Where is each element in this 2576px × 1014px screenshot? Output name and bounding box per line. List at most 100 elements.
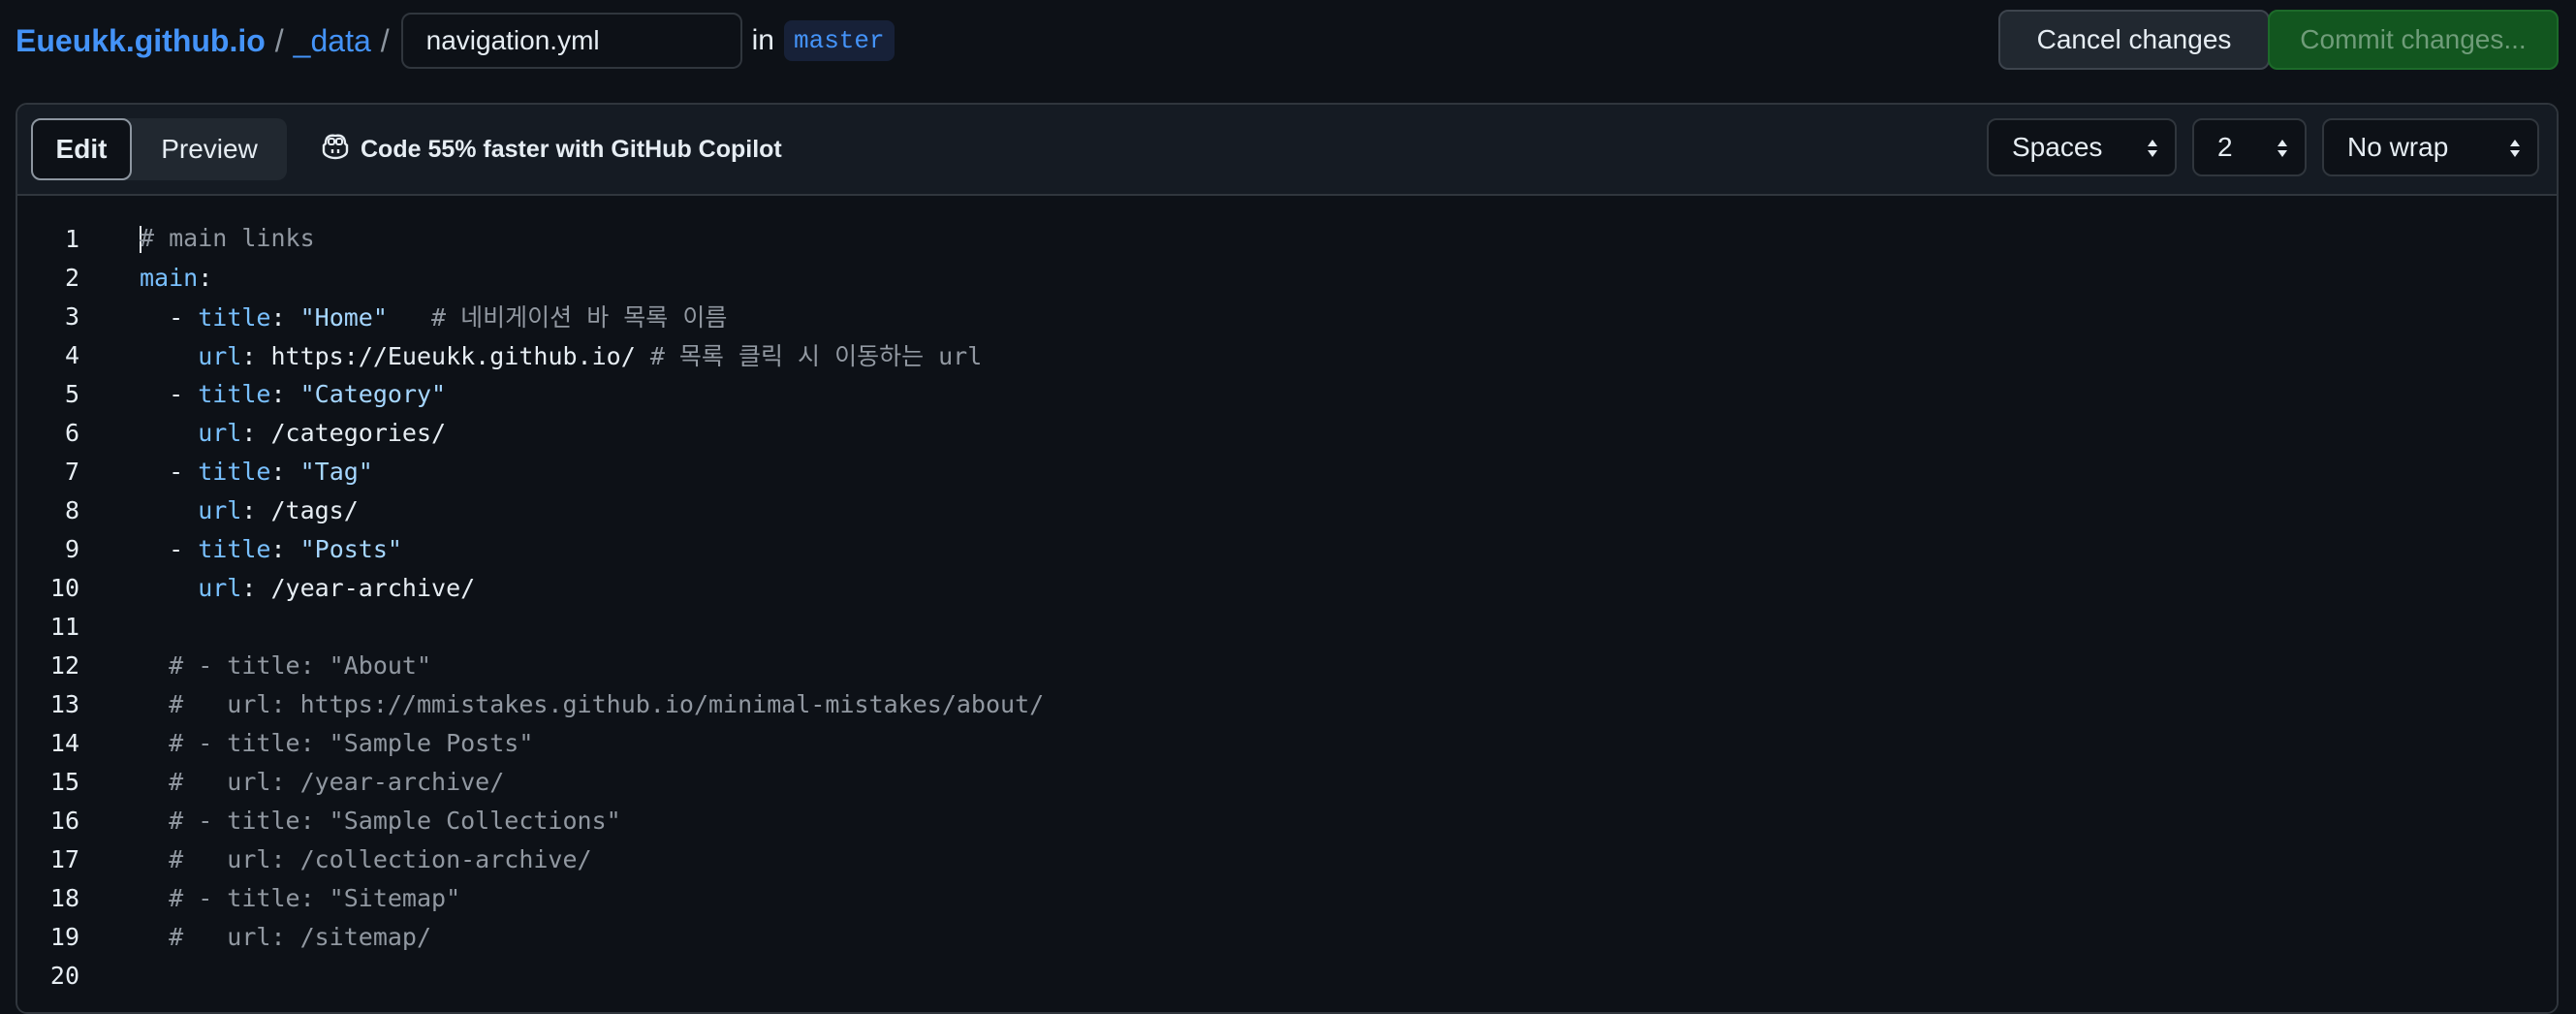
yaml-string: "Posts" — [299, 534, 402, 563]
yaml-dash: - — [140, 457, 199, 486]
yaml-string: "Home" — [299, 303, 388, 332]
code-comment: # url: /year-archive/ — [140, 767, 505, 796]
wrap-mode-select[interactable]: No wrap — [2322, 118, 2539, 176]
code-comment: # url: /sitemap/ — [140, 922, 432, 951]
line-number: 18 — [49, 883, 79, 912]
yaml-key: url — [140, 342, 242, 370]
code-line: 11 — [17, 607, 2557, 646]
code-line: 18 # - title: "Sitemap" — [17, 878, 2557, 917]
yaml-colon: : — [270, 379, 300, 408]
yaml-key: title — [198, 379, 271, 408]
wrap-mode-value: No wrap — [2347, 132, 2449, 162]
line-number: 11 — [49, 612, 79, 641]
updown-caret-icon — [2276, 136, 2289, 167]
code-line: 8 url: /tags/ — [17, 491, 2557, 529]
yaml-key: url — [140, 495, 242, 524]
yaml-value: /tags/ — [270, 495, 359, 524]
indent-size-select[interactable]: 2 — [2192, 118, 2307, 176]
breadcrumb-folder-link[interactable]: _data — [294, 23, 371, 59]
cancel-changes-button[interactable]: Cancel changes — [1998, 10, 2270, 70]
editor-panel: Edit Preview Code 55% faster with GitHub… — [16, 103, 2559, 1014]
yaml-string: "Tag" — [299, 457, 373, 486]
code-line: 17 # url: /collection-archive/ — [17, 840, 2557, 878]
code-comment: # - title: "Sample Collections" — [140, 806, 621, 835]
code-line: 20 — [17, 956, 2557, 995]
yaml-dash: - — [140, 534, 199, 563]
yaml-colon: : — [270, 303, 300, 332]
line-number: 8 — [64, 495, 79, 524]
code-line: 9 - title: "Posts" — [17, 529, 2557, 568]
code-comment: # url: /collection-archive/ — [140, 844, 592, 873]
line-number: 2 — [64, 263, 79, 292]
yaml-key: title — [198, 534, 271, 563]
code-line: 10 url: /year-archive/ — [17, 568, 2557, 607]
code-comment: # 목록 클릭 시 이동하는 url — [635, 342, 983, 370]
filename-input[interactable] — [400, 13, 742, 69]
line-number: 14 — [49, 728, 79, 757]
yaml-value: /categories/ — [270, 418, 447, 447]
code-line: 7 - title: "Tag" — [17, 452, 2557, 491]
yaml-colon: : — [270, 534, 300, 563]
edit-preview-toggle: Edit Preview — [31, 118, 287, 180]
tab-edit[interactable]: Edit — [31, 118, 132, 180]
line-number: 20 — [49, 961, 79, 990]
indent-mode-value: Spaces — [2012, 132, 2103, 162]
code-line: 14 # - title: "Sample Posts" — [17, 723, 2557, 762]
yaml-colon: : — [241, 573, 271, 602]
yaml-string: "Category" — [299, 379, 447, 408]
updown-caret-icon — [2508, 136, 2522, 167]
indent-mode-select[interactable]: Spaces — [1987, 118, 2177, 176]
copilot-promo-link[interactable]: Code 55% faster with GitHub Copilot — [320, 118, 782, 180]
code-line: 1 # main links — [17, 219, 2557, 258]
file-edit-header: Eueukk.github.io / _data / in master Can… — [0, 0, 2576, 81]
copilot-promo-label: Code 55% faster with GitHub Copilot — [361, 135, 782, 163]
code-comment: # main links — [140, 224, 315, 252]
line-number: 6 — [64, 418, 79, 447]
code-line: 13 # url: https://mmistakes.github.io/mi… — [17, 684, 2557, 723]
line-number: 10 — [49, 573, 79, 602]
commit-changes-button[interactable]: Commit changes... — [2268, 10, 2559, 70]
in-branch-label: in — [751, 24, 774, 56]
yaml-value: https://Eueukk.github.io/ — [270, 342, 636, 370]
code-line: 15 # url: /year-archive/ — [17, 762, 2557, 801]
yaml-dash: - — [140, 379, 199, 408]
breadcrumb-separator: / — [274, 22, 284, 58]
yaml-value: /year-archive/ — [270, 573, 476, 602]
line-number: 19 — [49, 922, 79, 951]
editor-toolbar: Edit Preview Code 55% faster with GitHub… — [17, 105, 2557, 196]
code-line: 19 # url: /sitemap/ — [17, 917, 2557, 956]
yaml-colon: : — [241, 342, 271, 370]
code-comment: # - title: "Sitemap" — [140, 883, 461, 912]
code-line: 12 # - title: "About" — [17, 646, 2557, 684]
code-comment: # url: https://mmistakes.github.io/minim… — [140, 689, 1045, 718]
code-line: 6 url: /categories/ — [17, 413, 2557, 452]
breadcrumb-separator: / — [380, 22, 390, 58]
copilot-icon — [320, 132, 361, 168]
line-number: 15 — [49, 767, 79, 796]
yaml-colon: : — [241, 495, 271, 524]
yaml-key: main — [140, 263, 199, 292]
line-number: 12 — [49, 650, 79, 680]
yaml-key: title — [198, 457, 271, 486]
line-number: 1 — [64, 224, 79, 253]
breadcrumb-repo-link[interactable]: Eueukk.github.io — [16, 23, 266, 59]
indent-size-value: 2 — [2217, 132, 2233, 162]
code-line: 2 main: — [17, 258, 2557, 297]
line-number: 5 — [64, 379, 79, 408]
line-number: 17 — [49, 844, 79, 873]
line-number: 4 — [64, 340, 79, 369]
line-number: 16 — [49, 806, 79, 835]
yaml-key: url — [140, 573, 242, 602]
code-comment: # 네비게이션 바 목록 이름 — [387, 303, 728, 332]
line-number: 9 — [64, 534, 79, 563]
branch-name-badge: master — [784, 20, 895, 61]
code-editor[interactable]: 1 # main links 2 main: 3 - title: "Home"… — [17, 196, 2557, 1012]
yaml-key: title — [198, 303, 271, 332]
code-line: 3 - title: "Home" # 네비게이션 바 목록 이름 — [17, 297, 2557, 335]
code-line: 16 # - title: "Sample Collections" — [17, 801, 2557, 840]
yaml-colon: : — [198, 263, 213, 292]
code-line: 5 - title: "Category" — [17, 374, 2557, 413]
line-number: 3 — [64, 301, 79, 331]
tab-preview[interactable]: Preview — [132, 118, 287, 180]
line-number: 7 — [64, 457, 79, 486]
